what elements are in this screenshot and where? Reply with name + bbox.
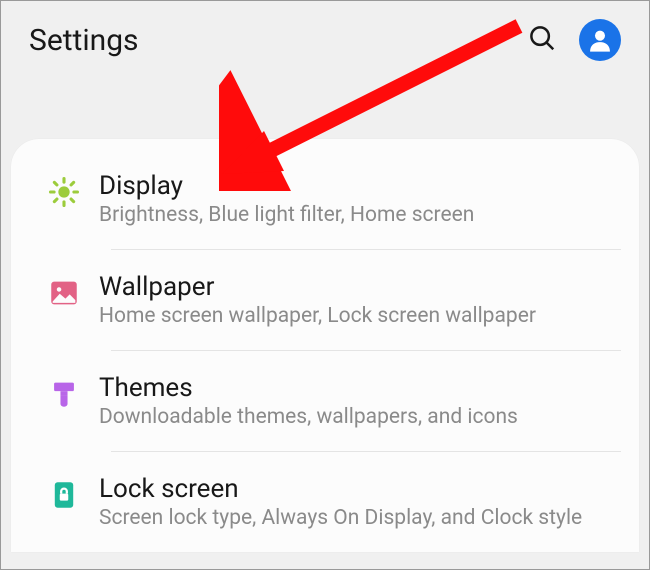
settings-item-subtitle: Home screen wallpaper, Lock screen wallp… xyxy=(99,304,617,328)
page-title: Settings xyxy=(29,23,139,58)
settings-item-wallpaper[interactable]: Wallpaper Home screen wallpaper, Lock sc… xyxy=(11,250,639,350)
lock-icon xyxy=(29,474,99,512)
picture-icon xyxy=(29,272,99,310)
settings-item-text: Lock screen Screen lock type, Always On … xyxy=(99,474,617,530)
settings-item-text: Display Brightness, Blue light filter, H… xyxy=(99,171,617,227)
settings-item-title: Display xyxy=(99,171,617,201)
brightness-icon xyxy=(29,171,99,209)
settings-item-title: Themes xyxy=(99,373,617,403)
header-actions xyxy=(527,19,621,61)
search-icon[interactable] xyxy=(527,23,557,57)
settings-item-lockscreen[interactable]: Lock screen Screen lock type, Always On … xyxy=(11,452,639,552)
settings-item-title: Lock screen xyxy=(99,474,617,504)
settings-item-subtitle: Screen lock type, Always On Display, and… xyxy=(99,506,617,530)
settings-item-display[interactable]: Display Brightness, Blue light filter, H… xyxy=(11,149,639,249)
settings-item-subtitle: Brightness, Blue light filter, Home scre… xyxy=(99,203,617,227)
settings-card: Display Brightness, Blue light filter, H… xyxy=(11,139,639,552)
settings-item-subtitle: Downloadable themes, wallpapers, and ico… xyxy=(99,405,617,429)
header-spacer xyxy=(1,79,649,139)
settings-item-text: Themes Downloadable themes, wallpapers, … xyxy=(99,373,617,429)
settings-item-themes[interactable]: Themes Downloadable themes, wallpapers, … xyxy=(11,351,639,451)
settings-item-text: Wallpaper Home screen wallpaper, Lock sc… xyxy=(99,272,617,328)
paintbrush-icon xyxy=(29,373,99,411)
account-avatar[interactable] xyxy=(579,19,621,61)
settings-item-title: Wallpaper xyxy=(99,272,617,302)
settings-header: Settings xyxy=(1,1,649,79)
